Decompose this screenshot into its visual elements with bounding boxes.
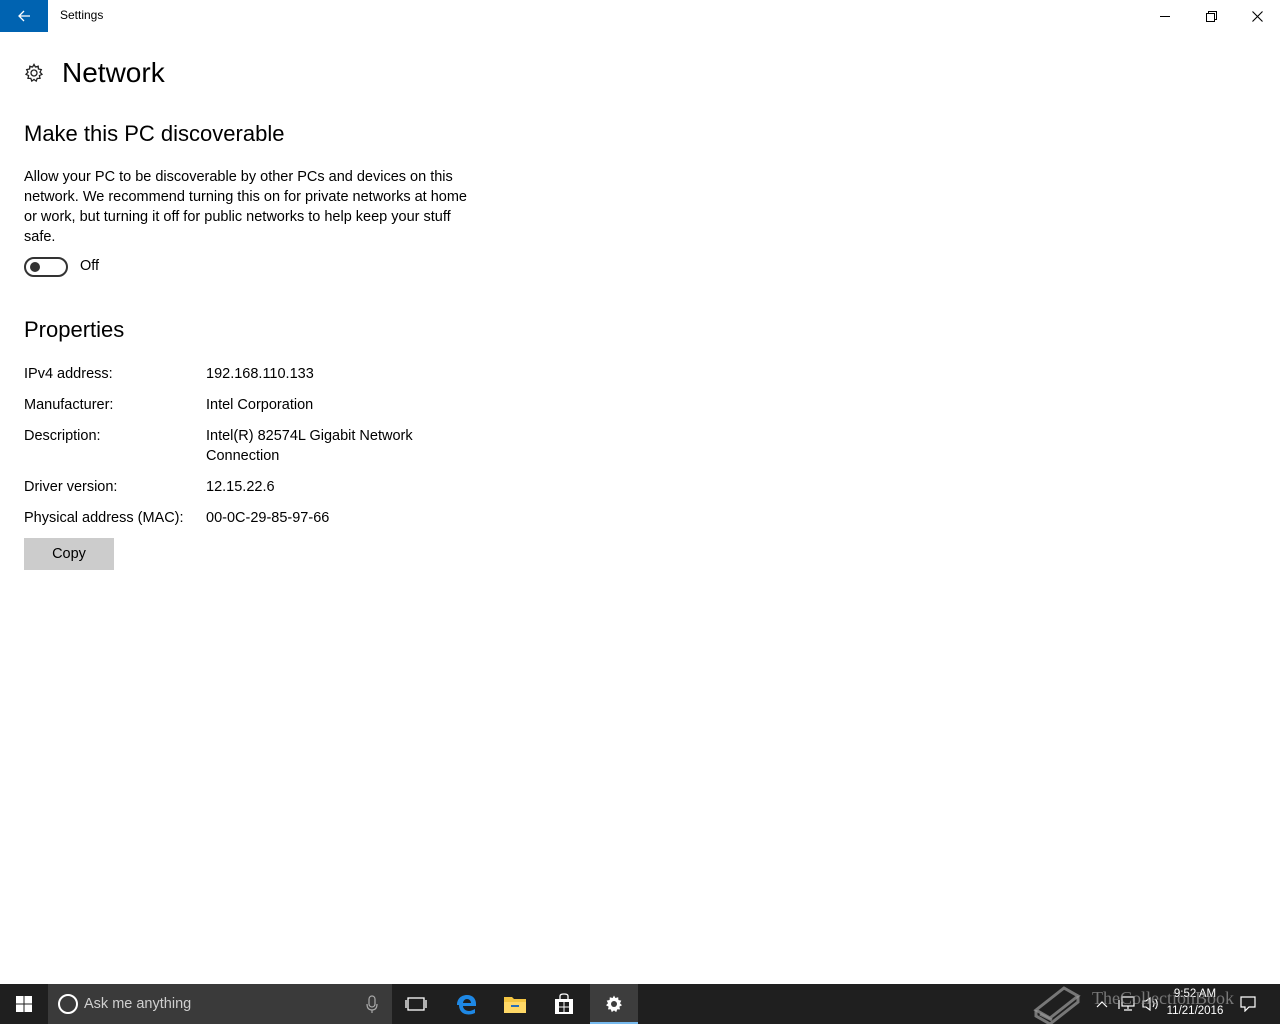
clock-date: 11/21/2016 <box>1166 1005 1224 1017</box>
task-view-icon <box>405 997 427 1011</box>
close-icon <box>1251 10 1263 22</box>
network-tray-button[interactable] <box>1116 984 1138 1024</box>
microphone-icon[interactable] <box>364 994 380 1014</box>
edge-icon <box>457 995 476 1015</box>
back-button[interactable] <box>0 0 48 32</box>
minimize-button[interactable] <box>1142 0 1188 32</box>
property-value: 192.168.110.133 <box>206 366 314 382</box>
windows-logo-icon <box>16 996 32 1012</box>
restore-icon <box>1205 10 1217 22</box>
volume-icon <box>1142 996 1158 1012</box>
chevron-up-icon <box>1096 1001 1108 1008</box>
property-value: 00-0C-29-85-97-66 <box>206 510 330 526</box>
property-value: Intel(R) 82574L Gigabit Network Connecti… <box>206 428 413 464</box>
minimize-icon <box>1160 16 1170 17</box>
cortana-icon <box>58 994 78 1014</box>
toggle-knob <box>30 262 40 272</box>
edge-button[interactable] <box>442 984 490 1024</box>
network-icon <box>1118 996 1135 1011</box>
show-hidden-icons-button[interactable] <box>1092 984 1112 1024</box>
volume-tray-button[interactable] <box>1140 984 1162 1024</box>
page-title: Network <box>62 57 165 88</box>
start-button[interactable] <box>0 984 48 1024</box>
file-explorer-icon <box>504 997 526 1013</box>
discoverable-description: Allow your PC to be discoverable by othe… <box>24 169 467 245</box>
discoverable-heading: Make this PC discoverable <box>24 121 285 146</box>
property-label: IPv4 address: <box>24 366 113 382</box>
copy-button[interactable]: Copy <box>24 538 114 570</box>
property-label: Physical address (MAC): <box>24 510 184 526</box>
settings-icon <box>606 995 622 1013</box>
action-center-button[interactable] <box>1234 984 1262 1024</box>
gear-icon <box>24 63 44 83</box>
window-title: Settings <box>60 8 104 22</box>
file-explorer-button[interactable] <box>491 984 539 1024</box>
property-label: Manufacturer: <box>24 397 114 413</box>
property-label: Description: <box>24 428 101 444</box>
restore-button[interactable] <box>1188 0 1234 32</box>
title-bar: Settings <box>0 0 1280 32</box>
store-button[interactable] <box>540 984 588 1024</box>
settings-taskbar-button[interactable] <box>590 984 638 1024</box>
property-label: Driver version: <box>24 479 118 495</box>
toggle-state-label: Off <box>80 258 100 274</box>
taskbar: Ask me anything 9:52 AM 11/21/2016 <box>0 984 1280 1024</box>
arrow-left-icon <box>18 10 30 22</box>
task-view-button[interactable] <box>392 984 440 1024</box>
property-value: 12.15.22.6 <box>206 479 275 495</box>
discoverable-toggle[interactable] <box>24 257 68 277</box>
taskbar-clock[interactable]: 9:52 AM 11/21/2016 <box>1162 986 1228 1020</box>
store-icon <box>555 993 573 1014</box>
clock-time: 9:52 AM <box>1173 988 1217 1000</box>
close-button[interactable] <box>1234 0 1280 32</box>
properties-heading: Properties <box>24 317 125 342</box>
search-box[interactable]: Ask me anything <box>48 984 392 1024</box>
notification-icon <box>1240 996 1256 1012</box>
property-value: Intel Corporation <box>206 397 314 413</box>
search-placeholder: Ask me anything <box>84 996 192 1012</box>
page-header: Network <box>24 56 165 90</box>
